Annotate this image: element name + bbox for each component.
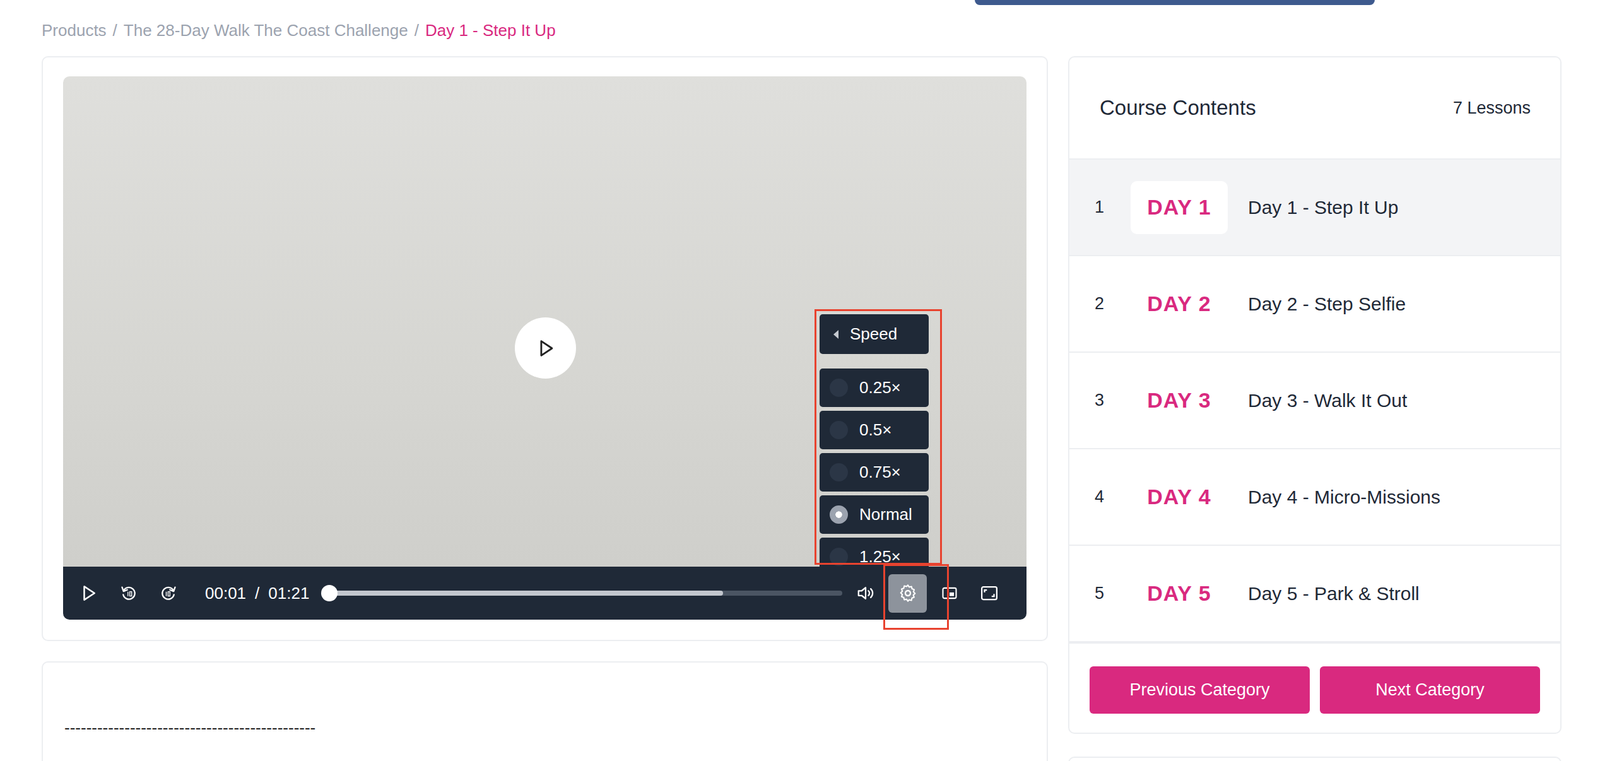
current-time: 00:01 [205,583,247,604]
course-title: Course Contents [1099,95,1257,120]
video-player: Speed 0.25× 0.5× 0.75× Normal 1.25× 00:0… [63,76,1027,620]
time-separator: / [254,583,260,604]
picture-in-picture-icon [940,584,959,602]
lesson-number: 3 [1094,390,1131,411]
speed-option[interactable]: 0.75× [819,452,929,492]
control-bar: 00:01 / 01:21 [63,566,1027,620]
radio-icon [829,463,848,482]
speed-option[interactable]: 0.25× [819,368,929,407]
right-column: Course Contents 7 Lessons 1 DAY 1 Day 1 … [1068,56,1562,761]
radio-icon [829,378,848,397]
course-header: Course Contents 7 Lessons [1069,57,1561,160]
lesson-title: Day 4 - Micro-Missions [1247,486,1441,508]
lesson-badge: DAY 3 [1130,374,1228,428]
forward-icon [159,584,178,602]
forward-button[interactable] [150,575,187,611]
video-card: Speed 0.25× 0.5× 0.75× Normal 1.25× 00:0… [41,56,1048,642]
lesson-badge: DAY 1 [1130,181,1228,235]
volume-icon [856,583,876,603]
category-button[interactable]: Previous Category [1089,666,1310,714]
volume-button[interactable] [847,575,884,611]
breadcrumb-separator: / [112,20,118,41]
lesson-item[interactable]: 2 DAY 2 Day 2 - Step Selfie [1069,256,1561,353]
progress-thumb[interactable] [321,584,338,602]
breadcrumb: Products/ The 28-Day Walk The Coast Chal… [41,5,1562,57]
progress-slider[interactable] [322,590,843,596]
rewind-button[interactable] [111,575,147,611]
lesson-title: Day 2 - Step Selfie [1247,293,1406,315]
settings-button[interactable] [888,574,927,613]
play-overlay-button[interactable] [514,317,577,379]
lesson-badge: DAY 2 [1130,277,1228,331]
top-button[interactable] [974,0,1375,6]
lesson-title: Day 5 - Park & Stroll [1247,582,1420,605]
lesson-item[interactable]: 4 DAY 4 Day 4 - Micro-Missions [1069,449,1561,546]
settings-highlight [883,564,949,630]
lesson-list: 1 DAY 1 Day 1 - Step It Up2 DAY 2 Day 2 … [1069,159,1561,644]
fullscreen-button[interactable] [971,575,1007,611]
play-button[interactable] [71,575,107,611]
lesson-number: 1 [1094,197,1131,218]
lesson-title: Day 3 - Walk It Out [1247,389,1407,412]
lesson-badge: DAY 4 [1130,470,1228,524]
lesson-title: Day 1 - Step It Up [1247,196,1399,219]
duration: 01:21 [268,583,310,604]
main: Speed 0.25× 0.5× 0.75× Normal 1.25× 00:0… [41,56,1562,761]
breadcrumb-item[interactable]: Day 1 - Step It Up [425,20,556,41]
speed-menu-highlight [814,309,942,565]
play-icon [79,583,99,603]
lesson-item[interactable]: 5 DAY 5 Day 5 - Park & Stroll [1069,545,1561,643]
speed-option[interactable]: 0.5× [819,410,929,450]
time-display: 00:01 / 01:21 [205,583,310,604]
rewind-icon [119,584,138,602]
speed-menu: Speed 0.25× 0.5× 0.75× Normal 1.25× [819,314,929,567]
category-buttons: Previous CategoryNext Category [1069,643,1561,733]
next-card [1068,756,1562,761]
top-strip [41,0,1562,6]
breadcrumb-item[interactable]: The 28-Day Walk The Coast Challenge [123,20,409,41]
lesson-number: 2 [1094,294,1131,314]
radio-icon [829,547,848,566]
category-button[interactable]: Next Category [1319,666,1541,714]
left-column: Speed 0.25× 0.5× 0.75× Normal 1.25× 00:0… [41,56,1048,761]
video-frame[interactable]: Speed 0.25× 0.5× 0.75× Normal 1.25× [63,76,1027,567]
course-contents-card: Course Contents 7 Lessons 1 DAY 1 Day 1 … [1068,56,1562,734]
radio-icon [829,420,848,440]
breadcrumb-separator: / [414,20,419,41]
page: Products/ The 28-Day Walk The Coast Chal… [0,0,1600,761]
play-icon [535,337,557,359]
breadcrumb-item[interactable]: Products [41,20,107,41]
lesson-item[interactable]: 1 DAY 1 Day 1 - Step It Up [1069,159,1561,257]
speed-option[interactable]: Normal [819,495,929,534]
lesson-number: 5 [1094,583,1131,604]
description-card: ----------------------------------------… [41,661,1048,761]
lesson-number: 4 [1094,487,1131,507]
lesson-badge: DAY 5 [1130,567,1228,621]
lesson-count: 7 Lessons [1452,98,1531,118]
fullscreen-icon [979,583,999,603]
lesson-item[interactable]: 3 DAY 3 Day 3 - Walk It Out [1069,352,1561,450]
radio-icon [829,505,848,524]
speed-option[interactable]: 1.25× [819,537,929,567]
back-arrow-icon [833,329,839,339]
gear-icon [897,582,918,604]
speed-menu-back[interactable]: Speed [819,314,929,354]
pip-button[interactable] [931,575,968,611]
description-text: ----------------------------------------… [64,717,1026,738]
